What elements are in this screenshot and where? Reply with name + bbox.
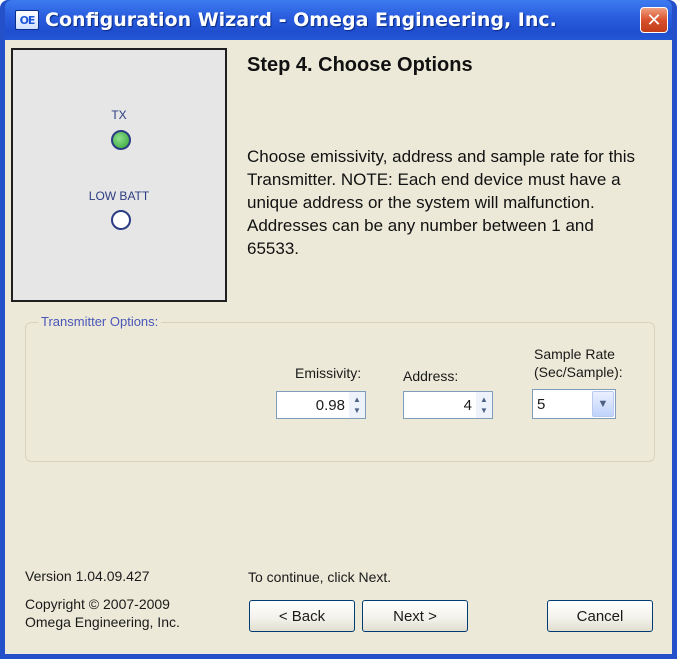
transmitter-options-group: Transmitter Options: Emissivity: 0.98 ▲ … (25, 314, 655, 462)
address-value[interactable]: 4 (404, 397, 476, 414)
cancel-button[interactable]: Cancel (547, 600, 653, 632)
low-batt-label: LOW BATT (88, 189, 150, 203)
copyright-line1: Copyright © 2007-2009 (25, 596, 170, 612)
close-icon: ✕ (646, 9, 662, 31)
address-label: Address: (403, 368, 459, 384)
copyright-line2: Omega Engineering, Inc. (25, 614, 180, 630)
emissivity-spin-buttons[interactable]: ▲ ▼ (349, 392, 365, 418)
back-button[interactable]: < Back (249, 600, 355, 632)
omega-app-icon: OE (15, 10, 39, 30)
sample-rate-label-line2: (Sec/Sample): (534, 364, 623, 380)
dialog-client-area: TX LOW BATT Step 4. Choose Options Choos… (5, 40, 672, 654)
sample-rate-select[interactable]: 5 ▼ (532, 389, 616, 419)
tx-led-icon (111, 130, 131, 150)
emissivity-spinbox[interactable]: 0.98 ▲ ▼ (276, 391, 366, 419)
window-title: Configuration Wizard - Omega Engineering… (45, 9, 557, 31)
title-bar[interactable]: OE Configuration Wizard - Omega Engineer… (5, 0, 672, 40)
spin-up-icon[interactable]: ▲ (353, 395, 361, 405)
continue-hint: To continue, click Next. (248, 569, 392, 585)
spin-down-icon[interactable]: ▼ (353, 406, 361, 416)
app-icon-text: OE (19, 13, 36, 27)
next-button[interactable]: Next > (362, 600, 468, 632)
close-button[interactable]: ✕ (640, 7, 668, 33)
version-text: Version 1.04.09.427 (25, 568, 150, 584)
emissivity-value[interactable]: 0.98 (277, 397, 349, 414)
spin-down-icon[interactable]: ▼ (480, 406, 488, 416)
low-batt-led-icon (111, 210, 131, 230)
sample-rate-value[interactable]: 5 (533, 396, 592, 413)
wizard-window: OE Configuration Wizard - Omega Engineer… (0, 0, 677, 659)
chevron-down-icon[interactable]: ▼ (592, 391, 614, 417)
step-title: Step 4. Choose Options (247, 54, 473, 76)
spin-up-icon[interactable]: ▲ (480, 395, 488, 405)
emissivity-label: Emissivity: (295, 365, 362, 381)
group-label: Transmitter Options: (38, 314, 162, 329)
address-spin-buttons[interactable]: ▲ ▼ (476, 392, 492, 418)
device-indicator-panel: TX LOW BATT (11, 48, 227, 302)
step-description: Choose emissivity, address and sample ra… (247, 147, 636, 258)
dropdown-arrow: ▼ (597, 398, 609, 410)
tx-label: TX (111, 108, 127, 122)
sample-rate-label-line1: Sample Rate (534, 346, 615, 362)
address-spinbox[interactable]: 4 ▲ ▼ (403, 391, 493, 419)
